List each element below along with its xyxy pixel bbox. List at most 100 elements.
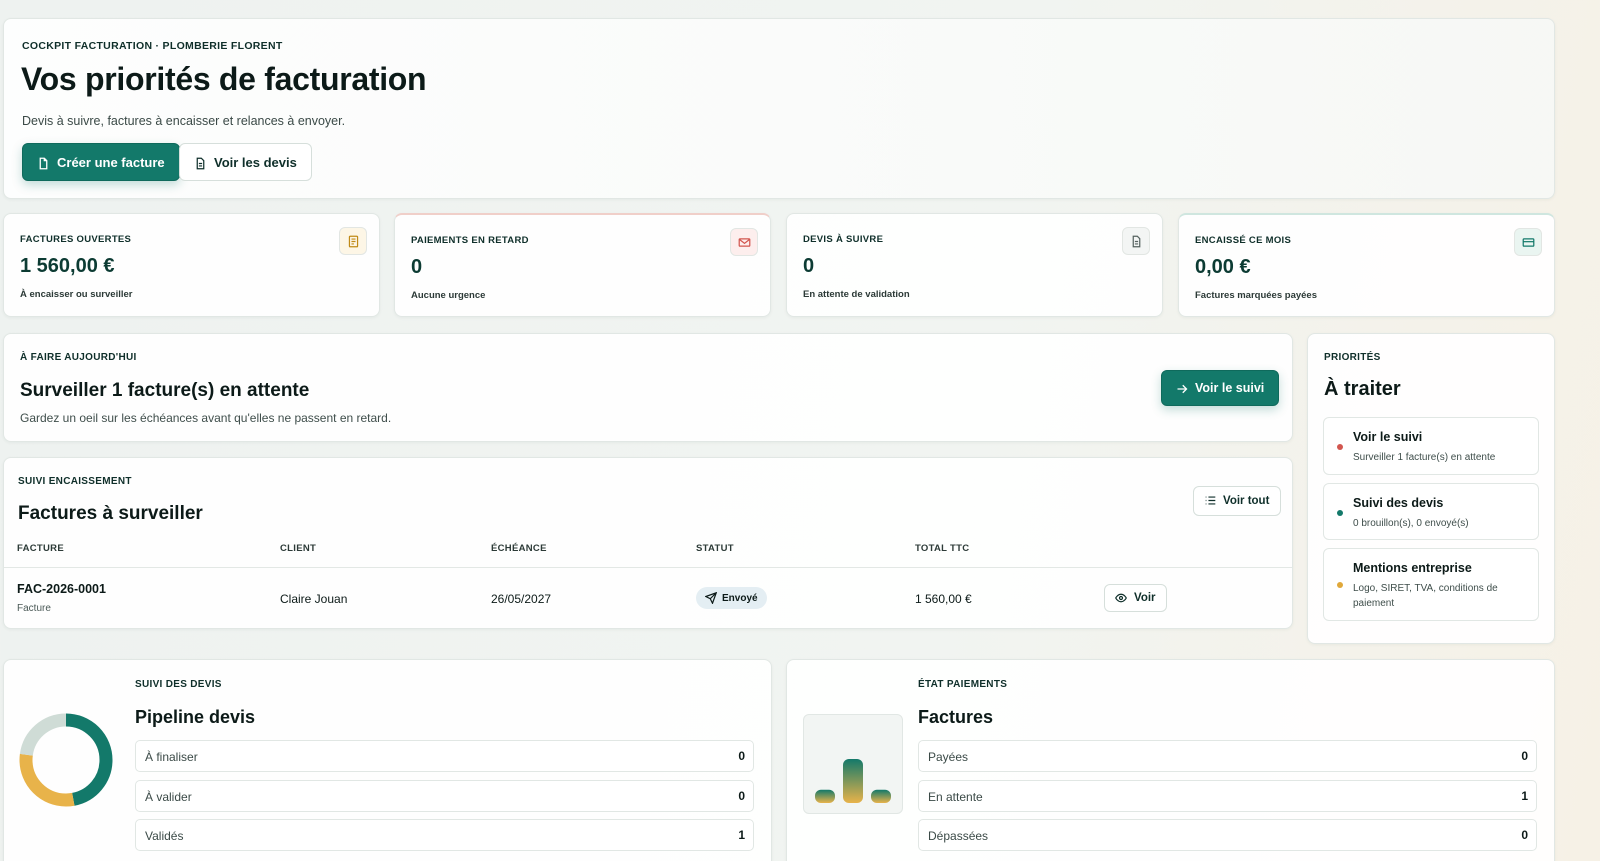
hero-subtitle: Devis à suivre, factures à encaisser et … [22,114,346,128]
receipt-icon [339,227,367,255]
status-label: Envoyé [722,592,758,604]
payments-bar-0 [815,789,835,803]
pipeline-row-value: 0 [738,749,745,763]
invoice-total: 1 560,00 € [915,592,972,606]
status-dot [1337,582,1343,588]
pipeline-row: À valider 0 [135,780,754,812]
invoice-type: Facture [17,603,51,614]
column-header-client[interactable]: CLIENT [280,543,316,554]
kpi-label: ENCAISSÉ CE MOIS [1195,235,1292,246]
payments-row-value: 1 [1521,789,1528,803]
invoice-number: FAC-2026-0001 [17,582,106,596]
payments-row: En attente 1 [918,780,1537,812]
kpi-value: 0 [411,256,423,278]
table-divider [4,567,1292,568]
kpi-label: FACTURES OUVERTES [20,234,132,245]
priority-item-tracking[interactable]: Voir le suivi Surveiller 1 facture(s) en… [1323,417,1539,475]
payments-row-value: 0 [1521,749,1528,763]
priority-title: Mentions entreprise [1353,561,1472,575]
arrow-right-icon [1176,381,1188,395]
priorities-title: À traiter [1324,378,1401,400]
status-dot [1337,444,1343,450]
kpi-note: Aucune urgence [411,290,486,301]
payments-card: ÉTAT PAIEMENTS Factures Payées 0 En atte… [786,659,1555,861]
kpi-card-late-payments: PAIEMENTS EN RETARD 0 Aucune urgence [394,213,771,317]
column-header-due-date[interactable]: ÉCHÉANCE [491,543,547,554]
document-icon [1122,227,1150,255]
document-icon [194,154,207,169]
pipeline-row-label: À valider [145,790,192,804]
view-invoice-label: Voir [1134,592,1156,604]
payments-row-label: En attente [928,790,983,804]
pipeline-row-value: 0 [738,789,745,803]
kpi-value: 0 [803,255,815,277]
kpi-label: DEVIS À SUIVRE [803,234,884,245]
priority-desc: 0 brouillon(s), 0 envoyé(s) [1353,518,1469,529]
priorities-eyebrow: PRIORITÉS [1324,352,1381,363]
kpi-note: Factures marquées payées [1195,290,1317,301]
invoice-client: Claire Jouan [280,592,348,606]
column-header-total[interactable]: TOTAL TTC [915,543,969,554]
kpi-card-collected: ENCAISSÉ CE MOIS 0,00 € Factures marquée… [1178,213,1555,317]
status-dot [1337,510,1343,516]
file-plus-icon [37,154,50,169]
view-all-label: Voir tout [1223,495,1270,507]
pipeline-row-label: Validés [145,829,184,843]
view-all-button[interactable]: Voir tout [1193,486,1282,516]
kpi-note: À encaisser ou surveiller [20,289,133,300]
kpi-label: PAIEMENTS EN RETARD [411,235,529,246]
kpi-card-quotes: DEVIS À SUIVRE 0 En attente de validatio… [786,213,1163,317]
invoices-card: SUIVI ENCAISSEMENT Factures à surveiller… [3,457,1293,629]
pipeline-row-value: 1 [738,828,745,842]
payments-row-label: Dépassées [928,829,989,843]
quotes-pipeline-card: SUIVI DES DEVIS Pipeline devis À finalis… [3,659,772,861]
invoices-eyebrow: SUIVI ENCAISSEMENT [18,476,132,487]
pipeline-row: À finaliser 0 [135,740,754,772]
view-invoice-button[interactable]: Voir [1104,584,1167,612]
pipeline-donut-chart [19,713,113,807]
payments-bar-2 [871,789,891,803]
create-invoice-label: Créer une facture [57,154,165,170]
view-quotes-button[interactable]: Voir les devis [179,143,312,181]
today-title: Surveiller 1 facture(s) en attente [20,380,310,401]
payments-bar-chart [803,714,903,814]
payments-row-label: Payées [928,750,969,764]
create-invoice-button[interactable]: Créer une facture [22,143,180,181]
today-eyebrow: À FAIRE AUJOURD'HUI [20,352,137,363]
today-subtitle: Gardez un oeil sur les échéances avant q… [20,411,392,425]
payments-bar-1 [843,759,863,803]
pipeline-title: Pipeline devis [135,707,256,727]
mail-alert-icon [730,228,758,256]
page-title: Vos priorités de facturation [21,61,427,97]
pipeline-row: Validés 1 [135,819,754,851]
kpi-note: En attente de validation [803,289,910,300]
priority-title: Voir le suivi [1353,430,1423,444]
column-header-status[interactable]: STATUT [696,543,734,554]
send-icon [705,592,717,604]
invoice-due-date: 26/05/2027 [491,592,552,606]
payments-row: Dépassées 0 [918,819,1537,851]
invoices-title: Factures à surveiller [18,503,203,524]
payments-row-value: 0 [1521,828,1528,842]
payments-row: Payées 0 [918,740,1537,772]
eye-icon [1115,592,1127,604]
priority-title: Suivi des devis [1353,496,1444,510]
view-tracking-label: Voir le suivi [1195,381,1265,395]
priority-desc: Surveiller 1 facture(s) en attente [1353,452,1496,463]
priority-item-quotes[interactable]: Suivi des devis 0 brouillon(s), 0 envoyé… [1323,483,1539,540]
list-icon [1205,495,1216,507]
hero-eyebrow: COCKPIT FACTURATION · PLOMBERIE FLORENT [22,40,283,52]
pipeline-eyebrow: SUIVI DES DEVIS [135,679,222,690]
card-icon [1514,228,1542,256]
payments-eyebrow: ÉTAT PAIEMENTS [918,679,1008,690]
priority-desc: Logo, SIRET, TVA, conditions de paiement [1353,583,1498,609]
kpi-value: 0,00 € [1195,256,1251,278]
status-badge: Envoyé [696,587,767,609]
view-quotes-label: Voir les devis [214,154,297,170]
column-header-invoice[interactable]: FACTURE [17,543,64,554]
priority-item-company-info[interactable]: Mentions entreprise Logo, SIRET, TVA, co… [1323,548,1539,621]
kpi-card-open-invoices: FACTURES OUVERTES 1 560,00 € À encaisser… [3,213,380,317]
pipeline-row-label: À finaliser [145,750,198,764]
view-tracking-button[interactable]: Voir le suivi [1161,370,1280,406]
today-card: À FAIRE AUJOURD'HUI Surveiller 1 facture… [3,333,1293,442]
